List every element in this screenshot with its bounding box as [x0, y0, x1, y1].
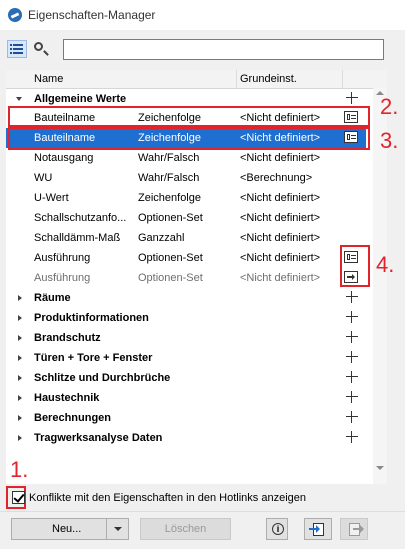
group-row-brandschutz[interactable]: Brandschutz	[6, 328, 366, 348]
group-row-tragwerksanalyse[interactable]: Tragwerksanalyse Daten	[6, 428, 366, 448]
group-label: Haustechnik	[34, 392, 100, 404]
property-name: WU	[34, 172, 53, 184]
add-property-icon[interactable]	[346, 431, 358, 443]
divider	[0, 511, 405, 512]
add-property-icon[interactable]	[346, 92, 358, 104]
property-type: Zeichenfolge	[138, 192, 201, 204]
property-default: <Nicht definiert>	[240, 272, 321, 284]
expand-arrow-icon[interactable]	[18, 335, 22, 341]
annotation-number-3: 3.	[380, 128, 399, 153]
add-property-icon[interactable]	[346, 351, 358, 363]
expand-arrow-icon[interactable]	[18, 315, 22, 321]
expand-arrow-icon[interactable]	[18, 415, 22, 421]
property-name: U-Wert	[34, 192, 69, 204]
table-row[interactable]: U-Wert Zeichenfolge <Nicht definiert>	[6, 188, 366, 208]
group-row-produktinformationen[interactable]: Produktinformationen	[6, 308, 366, 328]
window-title: Eigenschaften-Manager	[28, 8, 156, 22]
app-logo-icon	[8, 8, 22, 22]
group-label: Brandschutz	[34, 332, 101, 344]
property-name: Ausführung	[34, 272, 91, 284]
annotation-number-4: 4.	[376, 252, 395, 277]
group-label: Räume	[34, 292, 71, 304]
group-label: Tragwerksanalyse Daten	[34, 432, 163, 444]
import-button[interactable]	[304, 518, 332, 540]
table-row[interactable]: Schalldämm-Maß Ganzzahl <Nicht definiert…	[6, 228, 366, 248]
table-row[interactable]: Ausführung Optionen-Set <Nicht definiert…	[6, 248, 366, 268]
table-row[interactable]: Notausgang Wahr/Falsch <Nicht definiert>	[6, 148, 366, 168]
hotlink-conflicts-checkbox[interactable]	[12, 491, 25, 504]
add-property-icon[interactable]	[346, 311, 358, 323]
add-property-icon[interactable]	[346, 411, 358, 423]
column-header-name[interactable]: Name	[34, 73, 63, 85]
new-button[interactable]: Neu...	[11, 518, 107, 540]
table-row-hotlinked[interactable]: Ausführung Optionen-Set <Nicht definiert…	[6, 268, 366, 288]
property-default: <Nicht definiert>	[240, 252, 321, 264]
property-name: Schallschutzanfo...	[34, 212, 127, 224]
search-input[interactable]	[63, 39, 384, 60]
annotation-box-2	[8, 106, 370, 127]
table-row[interactable]: WU Wahr/Falsch <Berechnung>	[6, 168, 366, 188]
title-bar: Eigenschaften-Manager	[0, 0, 405, 30]
table-row[interactable]: Schallschutzanfo... Optionen-Set <Nicht …	[6, 208, 366, 228]
tree-view-icon[interactable]	[7, 40, 27, 58]
annotation-box-4	[340, 245, 370, 287]
property-type: Wahr/Falsch	[138, 172, 200, 184]
annotation-box-3	[8, 127, 370, 150]
collapse-arrow-icon[interactable]	[16, 97, 22, 101]
column-header-default[interactable]: Grundeinst.	[240, 73, 297, 85]
property-type: Ganzzahl	[138, 232, 185, 244]
expand-arrow-icon[interactable]	[18, 435, 22, 441]
add-property-icon[interactable]	[346, 291, 358, 303]
annotation-number-1: 1.	[10, 457, 29, 482]
list-header: Name Grundeinst.	[6, 70, 387, 89]
property-default: <Nicht definiert>	[240, 152, 321, 164]
expand-arrow-icon[interactable]	[18, 395, 22, 401]
group-label: Produktinformationen	[34, 312, 149, 324]
group-label: Schlitze und Durchbrüche	[34, 372, 171, 384]
group-row-schlitze[interactable]: Schlitze und Durchbrüche	[6, 368, 366, 388]
group-row-tueren[interactable]: Türen + Tore + Fenster	[6, 348, 366, 368]
group-label: Allgemeine Werte	[34, 93, 127, 105]
toolbar	[0, 30, 405, 64]
add-property-icon[interactable]	[346, 331, 358, 343]
expand-arrow-icon[interactable]	[18, 375, 22, 381]
add-property-icon[interactable]	[346, 371, 358, 383]
property-name: Notausgang	[34, 152, 94, 164]
group-row-raeume[interactable]: Räume	[6, 288, 366, 308]
info-button[interactable]: i	[266, 518, 288, 540]
property-default: <Berechnung>	[240, 172, 313, 184]
scroll-down-icon[interactable]	[376, 466, 384, 470]
property-type: Optionen-Set	[138, 212, 203, 224]
add-property-icon[interactable]	[346, 391, 358, 403]
annotation-number-2: 2.	[380, 94, 399, 119]
group-label: Berechnungen	[34, 412, 112, 424]
group-row-haustechnik[interactable]: Haustechnik	[6, 388, 366, 408]
property-type: Optionen-Set	[138, 272, 203, 284]
search-icon[interactable]	[34, 42, 43, 51]
delete-button[interactable]: Löschen	[140, 518, 231, 540]
new-dropdown-button[interactable]	[106, 518, 129, 540]
expand-arrow-icon[interactable]	[18, 355, 22, 361]
group-label: Türen + Tore + Fenster	[34, 352, 153, 364]
expand-arrow-icon[interactable]	[18, 295, 22, 301]
property-type: Wahr/Falsch	[138, 152, 200, 164]
property-type: Optionen-Set	[138, 252, 203, 264]
group-row-berechnungen[interactable]: Berechnungen	[6, 408, 366, 428]
hotlink-conflicts-label[interactable]: Konflikte mit den Eigenschaften in den H…	[29, 492, 306, 504]
property-default: <Nicht definiert>	[240, 232, 321, 244]
property-default: <Nicht definiert>	[240, 192, 321, 204]
property-name: Schalldämm-Maß	[34, 232, 121, 244]
property-default: <Nicht definiert>	[240, 212, 321, 224]
checkmark-icon	[13, 491, 25, 503]
info-icon: i	[272, 523, 284, 535]
property-name: Ausführung	[34, 252, 91, 264]
export-button[interactable]	[340, 518, 368, 540]
